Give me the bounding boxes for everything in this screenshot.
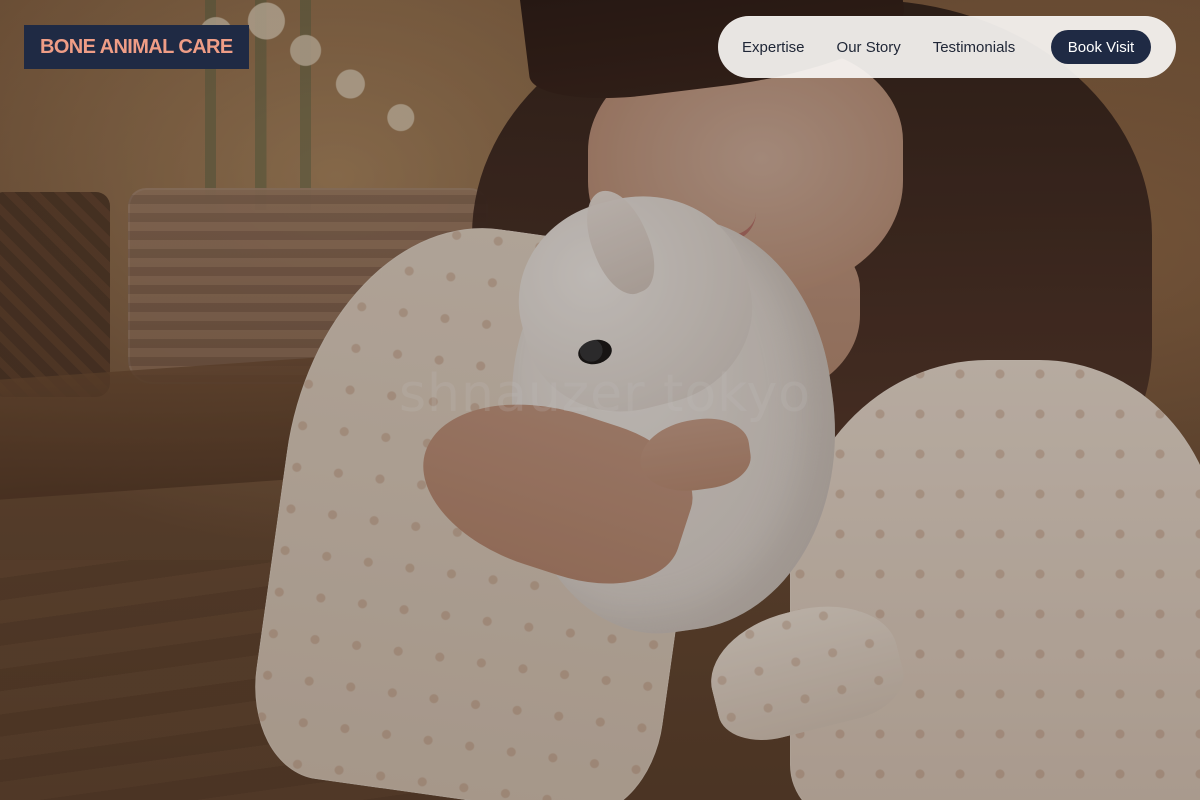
- hero-section: shnauzer tokyo BONE ANIMAL CARE Expertis…: [0, 0, 1200, 800]
- nav-link-expertise[interactable]: Expertise: [742, 39, 805, 56]
- nav-link-our-story[interactable]: Our Story: [837, 39, 901, 56]
- brand-logo[interactable]: BONE ANIMAL CARE: [24, 25, 249, 69]
- book-visit-button[interactable]: Book Visit: [1051, 30, 1151, 64]
- brand-label: BONE ANIMAL CARE: [40, 35, 233, 58]
- hero-overlay: [0, 0, 1200, 800]
- nav-link-testimonials[interactable]: Testimonials: [933, 39, 1016, 56]
- main-navigation: Expertise Our Story Testimonials Book Vi…: [718, 16, 1176, 78]
